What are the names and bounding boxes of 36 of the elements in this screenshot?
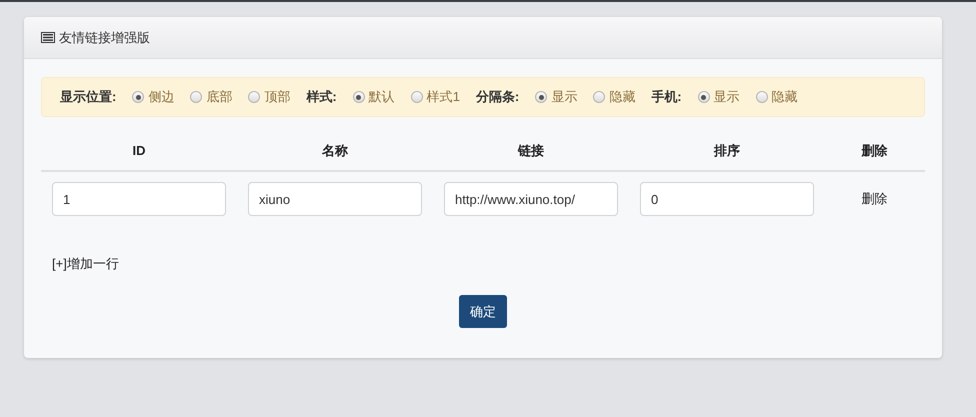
- radio-button[interactable]: [756, 91, 768, 103]
- column-header: ID: [132, 142, 146, 160]
- text-input[interactable]: http://www.xiuno.top/: [444, 182, 618, 216]
- radio-button[interactable]: [352, 91, 365, 103]
- radio-button[interactable]: [410, 91, 423, 103]
- radio-button[interactable]: [593, 91, 606, 103]
- add-row-link[interactable]: [+]增加一行: [52, 256, 119, 271]
- radio-option[interactable]: 顶部: [248, 87, 290, 107]
- radio-button[interactable]: [248, 91, 260, 103]
- column-header: 删除: [860, 142, 888, 160]
- column-header: 链接: [516, 142, 545, 160]
- delete-link[interactable]: 删除: [825, 189, 924, 209]
- radio-option[interactable]: 显示: [535, 87, 578, 107]
- radio-option[interactable]: 隐藏: [593, 87, 636, 107]
- radio-option[interactable]: 底部: [190, 87, 232, 107]
- radio-option[interactable]: 显示: [698, 87, 740, 107]
- option-label: 显示位置:: [60, 88, 116, 106]
- column-header: 名称: [320, 142, 349, 160]
- option-label: 手机:: [651, 88, 682, 106]
- text-input[interactable]: xiuno: [248, 182, 422, 216]
- radio-button[interactable]: [132, 91, 144, 103]
- column-header: 排序: [712, 142, 741, 160]
- option-label: 样式:: [306, 88, 337, 106]
- radio-button[interactable]: [698, 91, 710, 103]
- list-icon: [41, 32, 55, 43]
- option-label: 分隔条:: [476, 88, 520, 106]
- panel-title: 友情链接增强版: [59, 28, 150, 47]
- radio-button[interactable]: [190, 91, 202, 103]
- submit-button[interactable]: 确定: [459, 295, 507, 328]
- radio-option[interactable]: 默认: [352, 87, 395, 107]
- radio-option[interactable]: 侧边: [132, 87, 174, 107]
- text-input[interactable]: 0: [640, 182, 814, 216]
- radio-option[interactable]: 样式1: [410, 87, 460, 107]
- radio-option[interactable]: 隐藏: [756, 87, 798, 107]
- text-input[interactable]: 1: [52, 182, 226, 216]
- radio-button[interactable]: [535, 91, 548, 103]
